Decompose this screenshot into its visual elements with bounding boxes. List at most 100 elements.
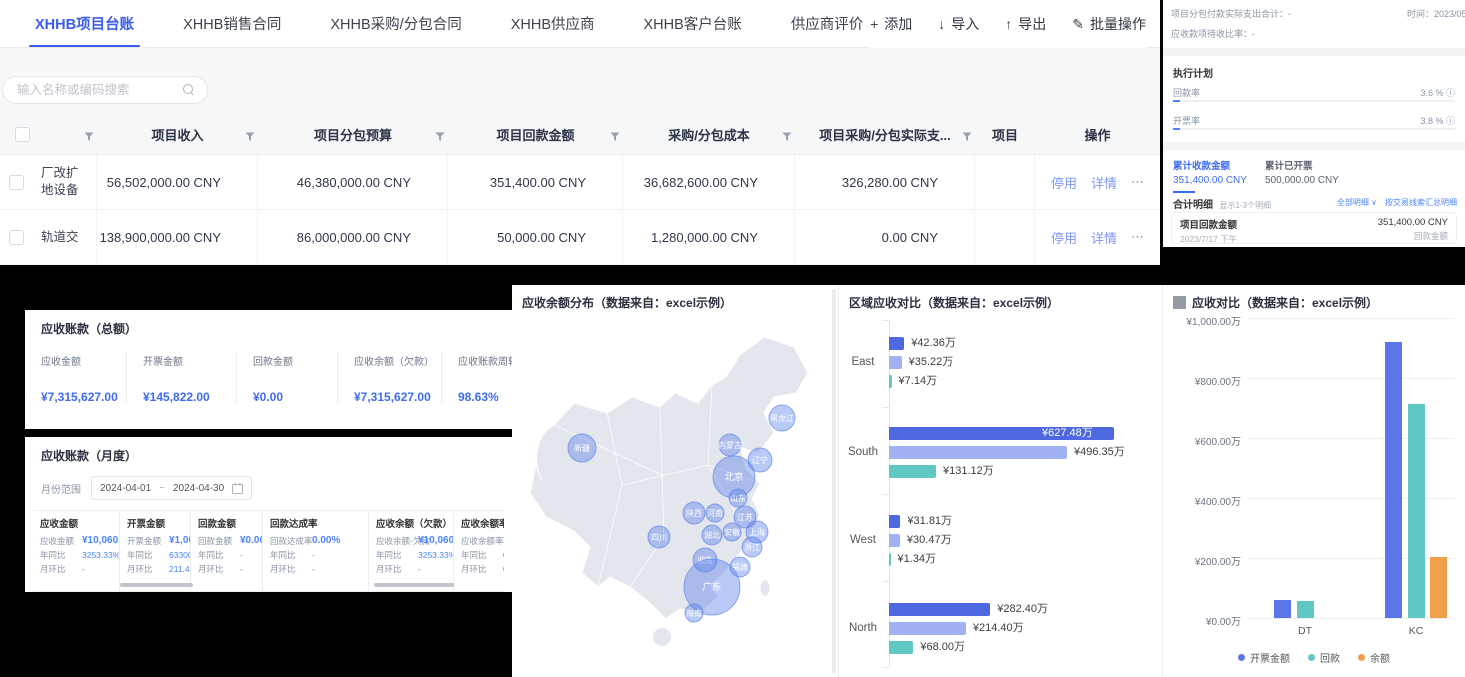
group-by-link[interactable]: 按交易线索汇总明细 [1385,197,1457,208]
toolbar-button-导入[interactable]: ↓导入 [938,14,979,34]
monthly-card-row: 月环比0 [461,562,504,576]
map-bubble-四川: 四川 [648,526,670,548]
amount-cell: 1,280,000.00 CNY [623,210,795,264]
monthly-row-value: 0.50% [503,548,504,562]
y-tick-label: ¥400.00万 [1167,493,1241,508]
summary-stat-value: ¥145,822.00 [143,390,236,404]
filter-icon[interactable] [245,130,255,145]
toolbar: +添加 ↓导入 ↑导出 ✎批量操作 [870,0,1146,48]
monthly-row-value: ¥10,060.00 [418,534,454,548]
detail-tab-invoiced[interactable]: 累计已开票 500,000.00 CNY [1265,158,1339,186]
amount-cell: 56,502,000.00 CNY [97,155,258,209]
action-停用[interactable]: 停用 [1051,173,1077,192]
tab-XHHB采购/分包合同[interactable]: XHHB采购/分包合同 [330,0,461,47]
legend-item-开票金额[interactable]: 开票金额 [1238,650,1290,665]
legend-item-余额[interactable]: 余额 [1358,650,1390,665]
search-icon[interactable] [183,84,195,96]
filter-icon[interactable] [962,130,972,145]
monthly-row-label: 月环比 [40,562,82,576]
svg-text:陕西: 陕西 [686,508,702,518]
plan-item-2-value: 3.8 % ⓘ [1420,114,1455,127]
filter-icon[interactable] [610,130,620,145]
summary-stats: 应收金额¥7,315,627.00开票金额¥145,822.00回款金额¥0.0… [25,351,512,404]
compare-chart-title: 应收对比（数据来自：excel示例） [1192,294,1378,311]
filter-icon[interactable] [435,130,445,145]
summary-stat-value: ¥7,315,627.00 [41,390,126,404]
action-详情[interactable]: 详情 [1091,228,1117,247]
tab-XHHB供应商[interactable]: XHHB供应商 [511,0,595,47]
monthly-card-row: 年同比- [270,548,361,562]
row-actions-cell: 停用详情 ⋯ [1035,210,1160,264]
toolbar-button-导出[interactable]: ↑导出 [1005,14,1046,34]
details-links: 全部明细 ∨ 按交易线索汇总明细 [1337,197,1457,208]
map-bubble-湖北: 湖北 [702,525,722,545]
filter-icon[interactable] [782,130,792,145]
bar-KC-回款 [1408,404,1425,619]
svg-text:湖北: 湖北 [704,531,720,540]
table-header: 项目收入项目分包预算项目回款金额采购/分包成本项目采购/分包实际支...项目操作 [0,115,1160,155]
row-checkbox[interactable] [9,230,24,245]
summary-stat: 应收金额¥7,315,627.00 [25,351,126,404]
filter-icon[interactable] [84,130,94,145]
info-icon[interactable]: ⓘ [1446,116,1455,126]
svg-text:四川: 四川 [651,533,667,542]
svg-text:辽宁: 辽宁 [752,455,768,465]
project-cell [975,155,1035,209]
tab-XHHB销售合同[interactable]: XHHB销售合同 [183,0,281,47]
column-header-name [35,115,97,154]
project-name-line: 轨道交 [41,229,79,246]
row-checkbox-cell [0,210,35,264]
bar-value-label: ¥7.14万 [899,375,938,388]
plan-item-2-label: 开票率 [1173,114,1200,127]
bar-value-label: ¥31.81万 [907,515,952,528]
toolbar-button-批量操作[interactable]: ✎批量操作 [1072,14,1146,34]
legend-item-回款[interactable]: 回款 [1308,650,1340,665]
bar-value-label: ¥68.00万 [920,641,965,654]
search-input[interactable] [17,83,183,97]
tab-XHHB项目台账[interactable]: XHHB项目台账 [35,0,134,47]
detail-list-item[interactable]: 项目回款金额 2023/7/17 下午 351,400.00 CNY 回款金额 [1171,212,1457,244]
action-详情[interactable]: 详情 [1091,173,1117,192]
svg-text:广东: 广东 [702,581,721,593]
all-details-dropdown[interactable]: 全部明细 ∨ [1337,197,1377,208]
calendar-icon [232,483,243,494]
amount-cell: 0.00 CNY [795,210,975,264]
tab-供应商评价[interactable]: 供应商评价 [791,0,864,47]
svg-text:上海: 上海 [749,527,765,537]
action-⋯[interactable]: ⋯ [1131,174,1144,190]
action-停用[interactable]: 停用 [1051,228,1077,247]
select-all-checkbox[interactable] [15,127,30,142]
row-actions-cell: 停用详情 ⋯ [1035,155,1160,209]
monthly-row-value: - [418,562,421,576]
y-tick-label: ¥600.00万 [1167,433,1241,448]
action-⋯[interactable]: ⋯ [1131,229,1144,245]
toolbar-button-添加[interactable]: +添加 [870,14,912,34]
date-range-picker[interactable]: 2024-04-01 ~ 2024-04-30 [91,476,252,500]
bar-East-回款 [889,356,902,369]
search-box[interactable] [2,76,208,104]
bar-North-余额 [889,641,913,654]
tab-XHHB客户台账[interactable]: XHHB客户台账 [644,0,742,47]
monthly-card-开票金额: 开票金额开票金额¥1,006.00年同比63300.00%▲月环比211.46%… [119,510,191,592]
monthly-card-title: 应收余额率 [461,516,504,530]
monthly-row-value: - [312,548,315,562]
monthly-row-label: 月环比 [376,562,418,576]
detail-tab-received[interactable]: 累计收款金额 351,400.00 CNY [1173,158,1247,193]
legend-dot [1238,654,1245,661]
monthly-row-label: 月环比 [270,562,312,576]
monthly-row-value: ¥10,060.00 [82,534,120,548]
project-cell [975,210,1035,264]
column-header-项目分包预算: 项目分包预算 [258,115,448,154]
monthly-card-title: 回款达成率 [270,516,361,530]
date-range-label: 月份范围 [41,481,81,496]
plan-section-title: 执行计划 [1173,65,1213,80]
top-header: XHHB项目台账 XHHB销售合同 XHHB采购/分包合同 XHHB供应商 XHHB客户… [0,0,1160,48]
info-icon[interactable]: ⓘ [1446,88,1455,98]
h-scrollbar[interactable] [374,583,454,587]
h-scrollbar[interactable] [120,583,193,587]
monthly-row-label: 月环比 [461,562,503,576]
column-header-项目: 项目 [975,115,1035,154]
map-bubble-黑龙江: 黑龙江 [769,405,795,431]
v-scrollbar[interactable] [832,289,836,673]
row-checkbox[interactable] [9,175,24,190]
